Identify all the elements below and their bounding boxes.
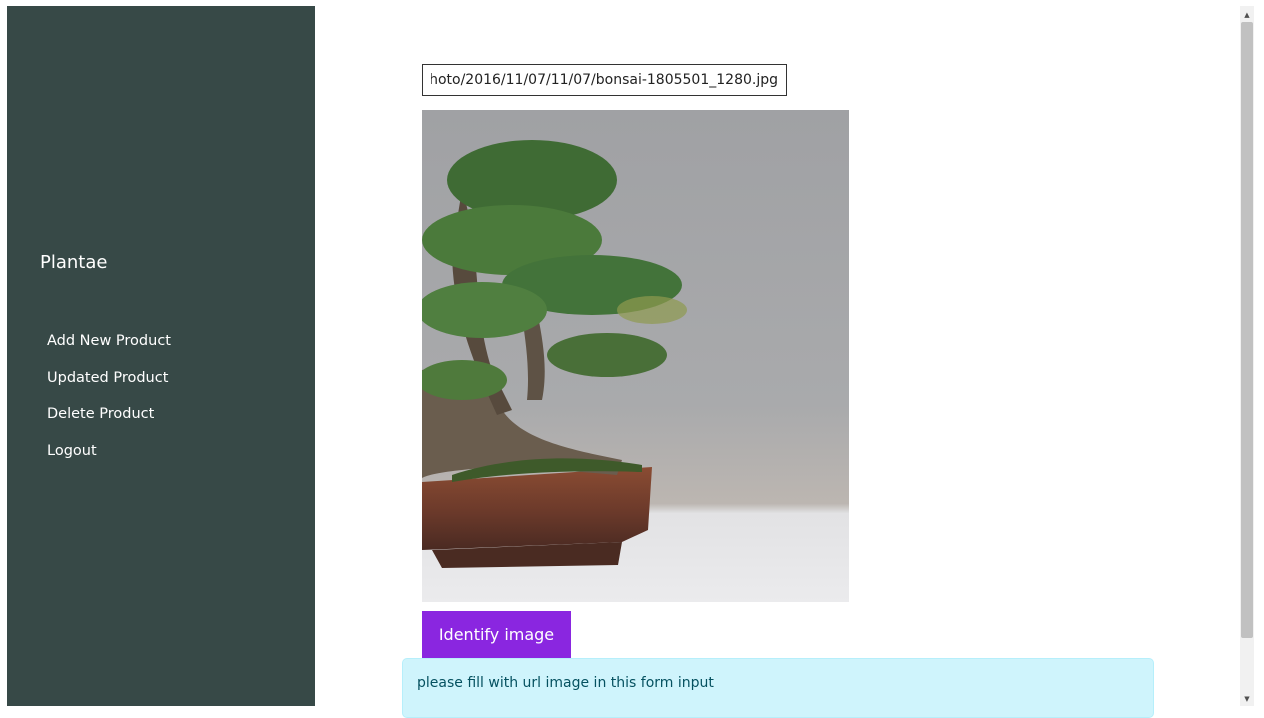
- scrollbar-thumb[interactable]: [1241, 22, 1253, 638]
- vertical-scrollbar[interactable]: ▲ ▼: [1240, 6, 1254, 706]
- sidebar-item-add-new-product[interactable]: Add New Product: [47, 332, 171, 369]
- sidebar-menu: Add New Product Updated Product Delete P…: [47, 332, 171, 478]
- sidebar-item-updated-product[interactable]: Updated Product: [47, 369, 171, 406]
- info-alert: please fill with url image in this form …: [402, 658, 1154, 718]
- scroll-down-icon[interactable]: ▼: [1240, 692, 1254, 706]
- scroll-up-icon[interactable]: ▲: [1240, 8, 1254, 22]
- sidebar: Plantae Add New Product Updated Product …: [7, 6, 315, 706]
- sidebar-item-delete-product[interactable]: Delete Product: [47, 405, 171, 442]
- sidebar-item-logout[interactable]: Logout: [47, 442, 171, 479]
- identify-image-button[interactable]: Identify image: [422, 611, 571, 658]
- brand-title: Plantae: [40, 252, 108, 273]
- image-url-input[interactable]: [422, 64, 787, 96]
- bonsai-image: [422, 110, 849, 602]
